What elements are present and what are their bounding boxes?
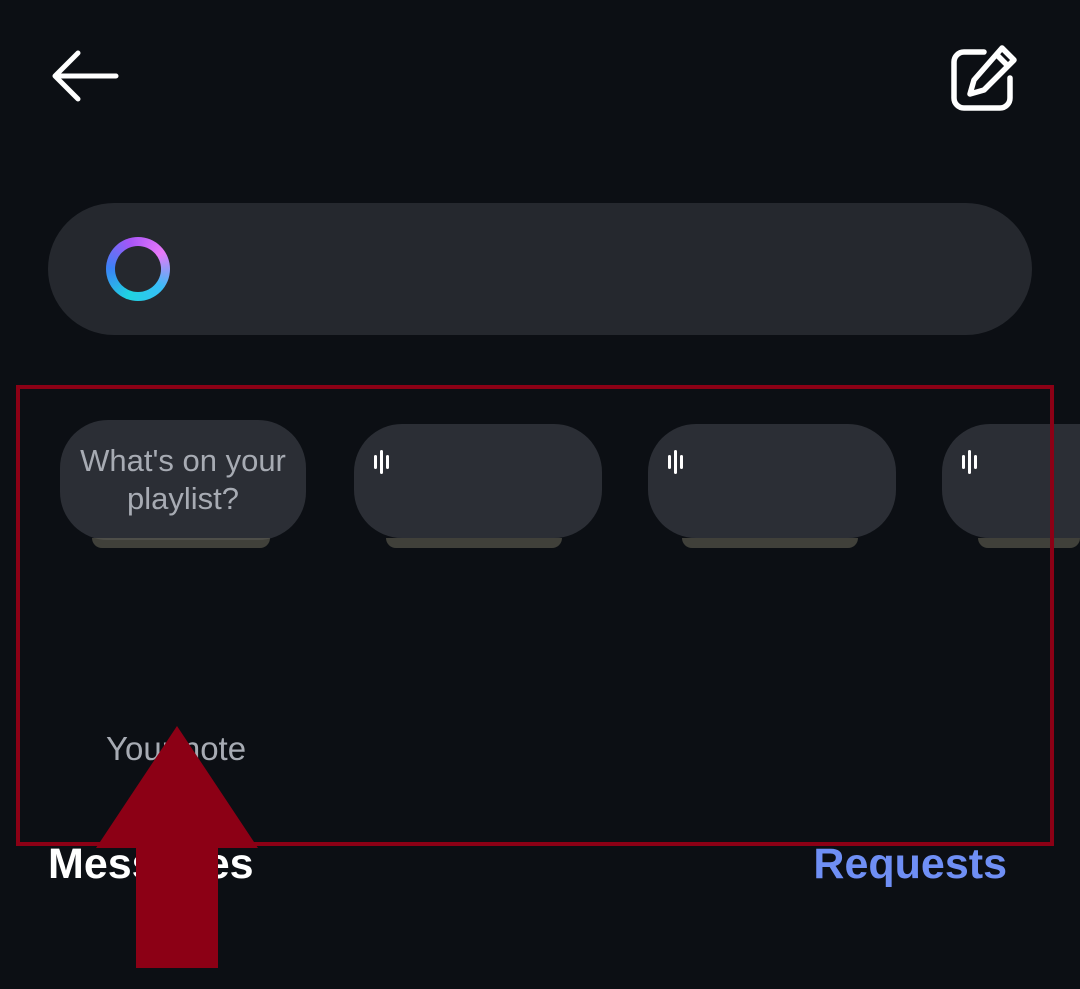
audio-wave-icon [668,450,690,474]
music-note-bubble[interactable] [942,424,1080,538]
edit-square-icon [951,45,1017,111]
arrow-left-icon [52,50,119,102]
search-input[interactable] [48,203,1032,335]
requests-link[interactable]: Requests [813,840,1007,889]
avatar[interactable] [682,538,858,548]
music-note-bubble[interactable] [354,424,602,538]
new-message-button[interactable] [948,42,1020,114]
avatar[interactable] [386,538,562,548]
avatar[interactable] [978,538,1080,548]
own-note-bubble[interactable]: What's on your playlist? [60,420,306,540]
audio-wave-icon [374,450,396,474]
audio-wave-icon [962,450,984,474]
avatar[interactable] [92,538,270,548]
meta-ai-ring-icon[interactable] [106,237,170,301]
messages-heading: Messages [48,840,254,888]
back-button[interactable] [46,46,122,106]
own-note-prompt: What's on your playlist? [80,443,286,516]
own-note-label: Your note [106,730,247,767]
music-note-bubble[interactable] [648,424,896,538]
